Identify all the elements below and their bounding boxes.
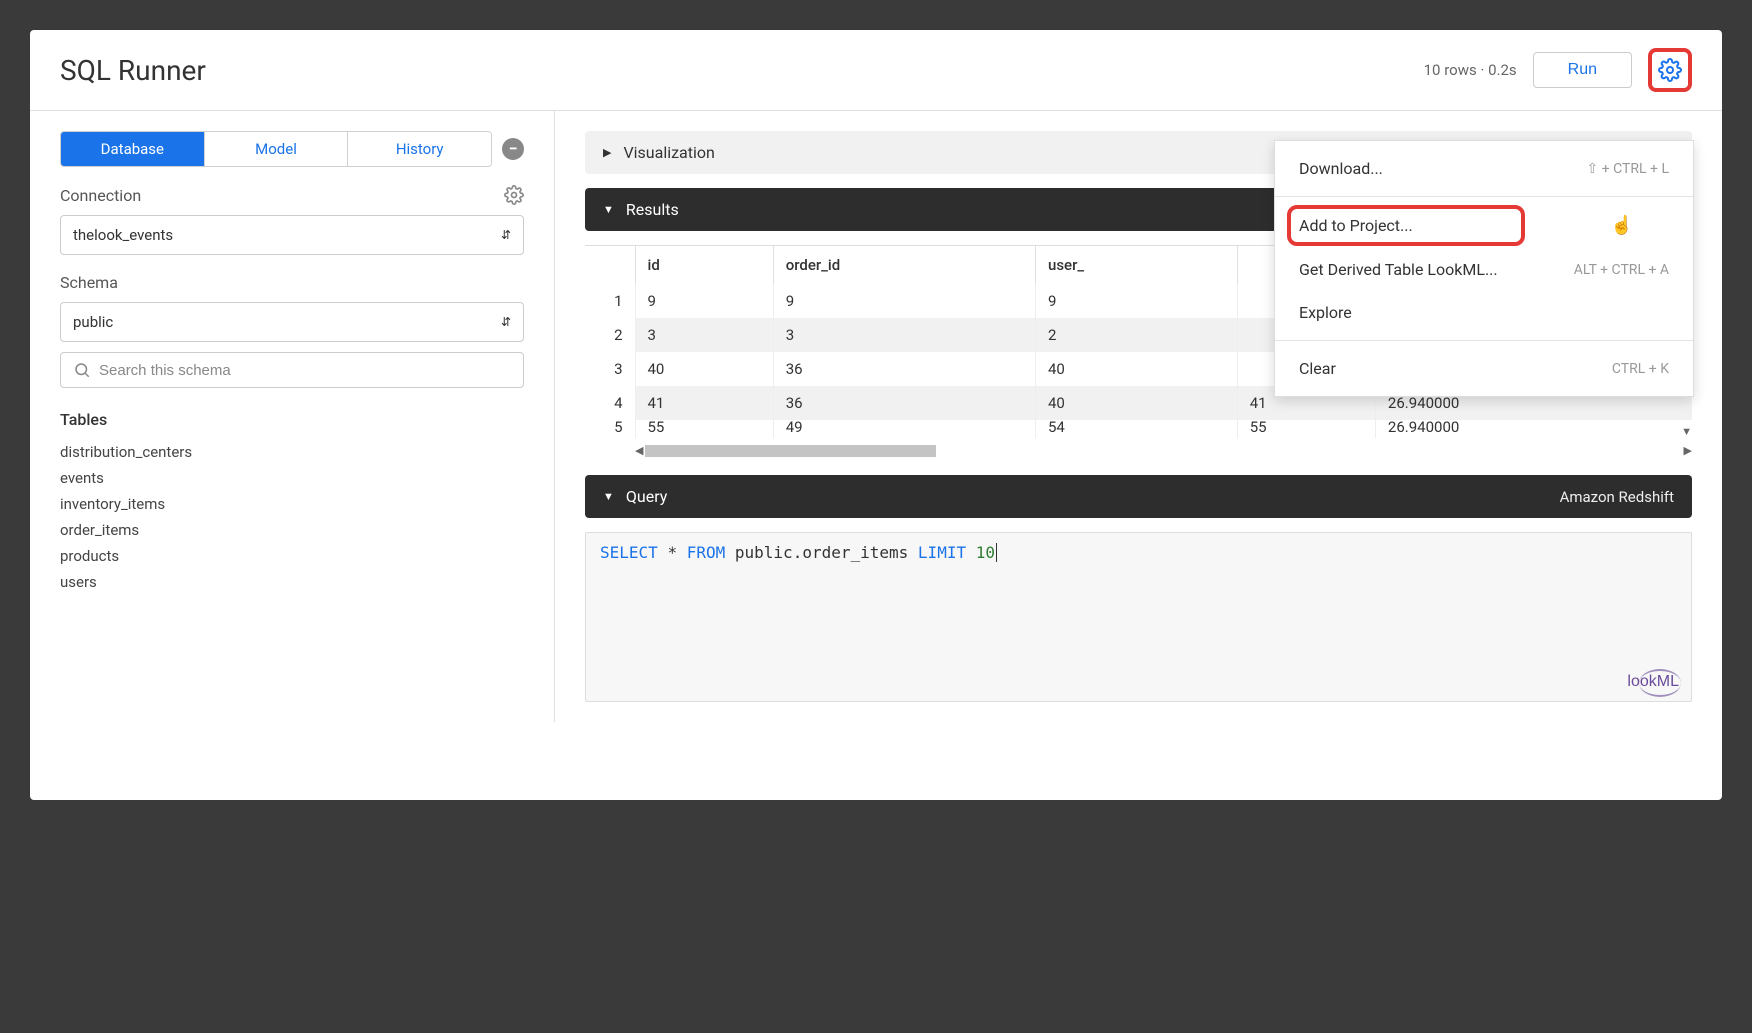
scrollbar-thumb[interactable] — [645, 445, 935, 457]
cursor-hand-icon: ☝ — [1611, 215, 1633, 236]
connection-select[interactable]: thelook_events ⇵ — [60, 215, 524, 255]
schema-value: public — [73, 313, 113, 331]
scroll-right-icon[interactable]: ▶ — [1684, 444, 1692, 457]
search-icon — [73, 361, 91, 379]
sidebar: Database Model History − Connection thel… — [30, 111, 555, 722]
schema-search[interactable] — [60, 352, 524, 388]
chevron-down-icon — [603, 490, 614, 503]
table-item[interactable]: products — [60, 547, 524, 565]
column-header[interactable]: user_ — [1035, 246, 1237, 284]
connection-label-row: Connection — [60, 185, 524, 205]
menu-item-clear[interactable]: Clear CTRL + K — [1275, 347, 1693, 390]
chevron-right-icon — [603, 146, 611, 159]
gear-icon — [1658, 58, 1682, 82]
connection-gear-icon[interactable] — [504, 185, 524, 205]
table-item[interactable]: events — [60, 469, 524, 487]
tab-history[interactable]: History — [348, 132, 491, 166]
menu-item-download[interactable]: Download... ⇧ + CTRL + L — [1275, 147, 1693, 190]
tab-row: Database Model History − — [60, 131, 524, 167]
status-text: 10 rows · 0.2s — [1424, 61, 1517, 79]
settings-dropdown: Download... ⇧ + CTRL + L Add to Project.… — [1274, 140, 1694, 397]
run-button[interactable]: Run — [1533, 52, 1632, 88]
updown-icon: ⇵ — [501, 228, 511, 242]
scroll-left-icon[interactable]: ◀ — [635, 444, 643, 457]
table-item[interactable]: order_items — [60, 521, 524, 539]
menu-item-get-derived-table[interactable]: Get Derived Table LookML... ALT + CTRL +… — [1275, 248, 1693, 291]
lookml-arc-icon — [1639, 669, 1681, 697]
query-engine: Amazon Redshift — [1560, 488, 1674, 506]
query-label: Query — [626, 487, 667, 506]
menu-item-explore[interactable]: Explore — [1275, 291, 1693, 334]
settings-button[interactable] — [1648, 48, 1692, 92]
table-item[interactable]: users — [60, 573, 524, 591]
table-item[interactable]: distribution_centers — [60, 443, 524, 461]
tables-heading: Tables — [60, 410, 524, 429]
tab-database[interactable]: Database — [61, 132, 205, 166]
collapse-sidebar-button[interactable]: − — [502, 138, 524, 160]
schema-select[interactable]: public ⇵ — [60, 302, 524, 342]
table-row: 5 55 49 54 55 26.940000 — [585, 420, 1692, 438]
schema-label: Schema — [60, 273, 524, 292]
chevron-down-icon — [603, 203, 614, 216]
results-label: Results — [626, 200, 679, 219]
column-header[interactable]: id — [635, 246, 773, 284]
scrollbar-track[interactable] — [645, 445, 1681, 457]
menu-divider — [1275, 196, 1693, 197]
app-header: SQL Runner 10 rows · 0.2s Run — [30, 30, 1722, 111]
horizontal-scrollbar[interactable]: ◀ ▶ — [585, 444, 1692, 457]
search-input[interactable] — [99, 362, 511, 379]
page-title: SQL Runner — [60, 54, 206, 87]
lookml-badge: lookML — [1627, 673, 1679, 691]
scroll-down-icon[interactable]: ▼ — [1681, 425, 1692, 438]
menu-item-add-to-project[interactable]: Add to Project... ☝ — [1275, 203, 1693, 248]
table-item[interactable]: inventory_items — [60, 495, 524, 513]
connection-label: Connection — [60, 186, 141, 205]
sidebar-tabs: Database Model History — [60, 131, 492, 167]
header-right: 10 rows · 0.2s Run — [1424, 48, 1692, 92]
query-editor[interactable]: SELECT * FROM public.order_items LIMIT 1… — [585, 532, 1692, 702]
connection-value: thelook_events — [73, 226, 173, 244]
column-header[interactable]: order_id — [773, 246, 1035, 284]
query-panel-header[interactable]: Query Amazon Redshift — [585, 475, 1692, 518]
menu-divider — [1275, 340, 1693, 341]
updown-icon: ⇵ — [501, 315, 511, 329]
visualization-label: Visualization — [623, 143, 714, 162]
tab-model[interactable]: Model — [205, 132, 349, 166]
app-window: SQL Runner 10 rows · 0.2s Run Database M… — [30, 30, 1722, 800]
